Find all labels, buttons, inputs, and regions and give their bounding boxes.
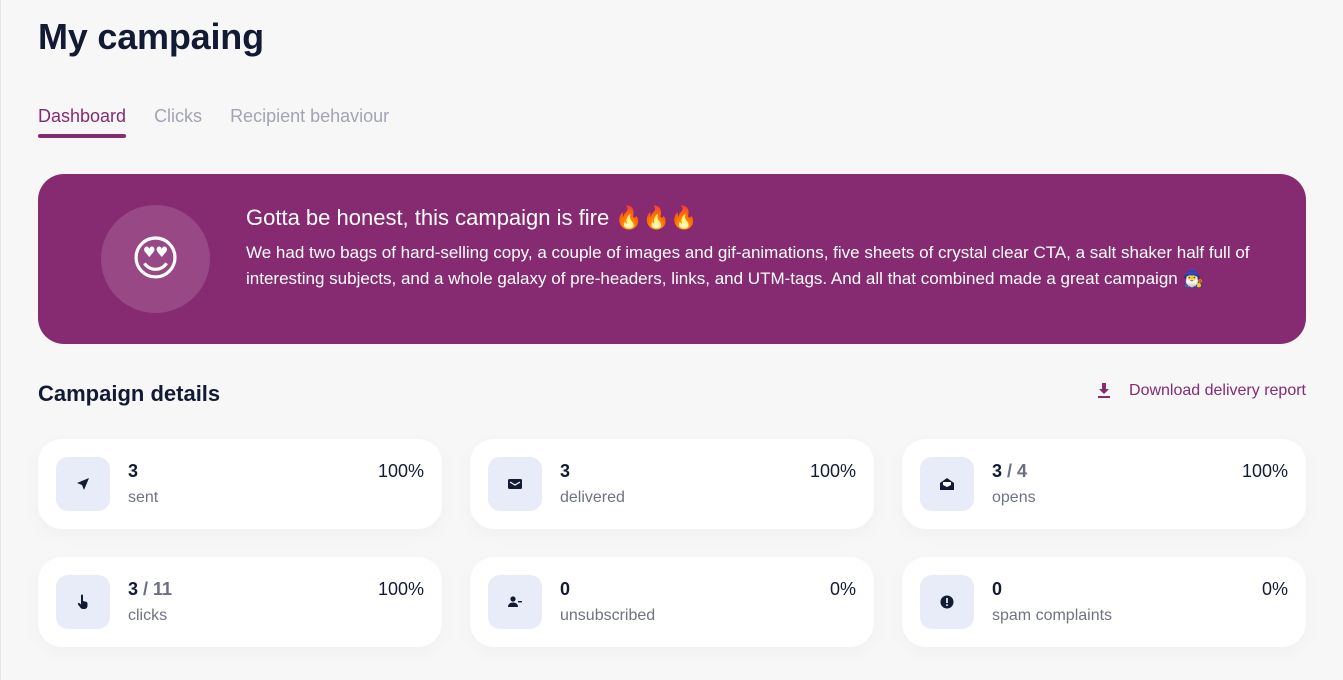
stat-percent: 100% xyxy=(377,461,424,481)
stat-card-clicks: 3 / 11 clicks 100% xyxy=(38,557,442,647)
stat-percent: 0% xyxy=(829,579,856,599)
download-label: Download delivery report xyxy=(1129,382,1306,399)
stat-label: sent xyxy=(128,489,159,506)
alert-circle-icon xyxy=(940,595,954,609)
stats-grid: 3 sent 100% 3 delivered 100% 3 / 4 opens… xyxy=(38,439,1306,647)
user-minus-icon xyxy=(508,596,522,607)
stat-label: clicks xyxy=(128,607,168,624)
download-icon xyxy=(1098,383,1111,398)
stat-card-unsubscribed: 0 unsubscribed 0% xyxy=(470,557,874,647)
stat-label: spam complaints xyxy=(992,607,1113,624)
stat-card-sent: 3 sent 100% xyxy=(38,439,442,529)
stat-total: / 11 xyxy=(138,579,173,599)
stat-card-opens: 3 / 4 opens 100% xyxy=(902,439,1306,529)
stat-value: 3 xyxy=(128,461,139,481)
heart-eyes-emoji-icon: 😍 xyxy=(101,205,210,313)
download-delivery-report-link[interactable]: Download delivery report xyxy=(1097,382,1306,400)
tab-bar: Dashboard Clicks Recipient behaviour xyxy=(38,106,389,138)
stat-card-delivered: 3 delivered 100% xyxy=(470,439,874,529)
banner-title: Gotta be honest, this campaign is fire 🔥… xyxy=(246,205,698,230)
stat-label: delivered xyxy=(560,489,625,506)
tab-recipient-behaviour[interactable]: Recipient behaviour xyxy=(230,106,389,136)
envelope-icon xyxy=(508,479,522,489)
pointer-hand-icon xyxy=(77,594,88,610)
banner-text: We had two bags of hard-selling copy, a … xyxy=(246,243,1250,288)
tab-clicks[interactable]: Clicks xyxy=(154,106,202,136)
stat-value: 3 / 11 xyxy=(128,579,173,599)
stat-value: 0 xyxy=(992,579,1003,599)
stat-total: / 4 xyxy=(1002,461,1028,481)
page-title: My campaing xyxy=(38,16,264,57)
success-banner: 😍 Gotta be honest, this campaign is fire… xyxy=(38,174,1306,344)
stat-percent: 0% xyxy=(1261,579,1288,599)
stat-value: 3 xyxy=(560,461,571,481)
stat-percent: 100% xyxy=(809,461,856,481)
envelope-open-icon xyxy=(940,478,954,490)
stat-card-spam-complaints: 0 spam complaints 0% xyxy=(902,557,1306,647)
stat-value: 0 xyxy=(560,579,571,599)
stat-label: opens xyxy=(992,489,1036,506)
stat-label: unsubscribed xyxy=(560,607,656,624)
stat-value: 3 / 4 xyxy=(992,461,1028,481)
campaign-details-title: Campaign details xyxy=(38,381,221,406)
send-icon xyxy=(77,478,89,490)
stat-percent: 100% xyxy=(377,579,424,599)
tab-dashboard[interactable]: Dashboard xyxy=(38,106,127,138)
stat-percent: 100% xyxy=(1241,461,1288,481)
